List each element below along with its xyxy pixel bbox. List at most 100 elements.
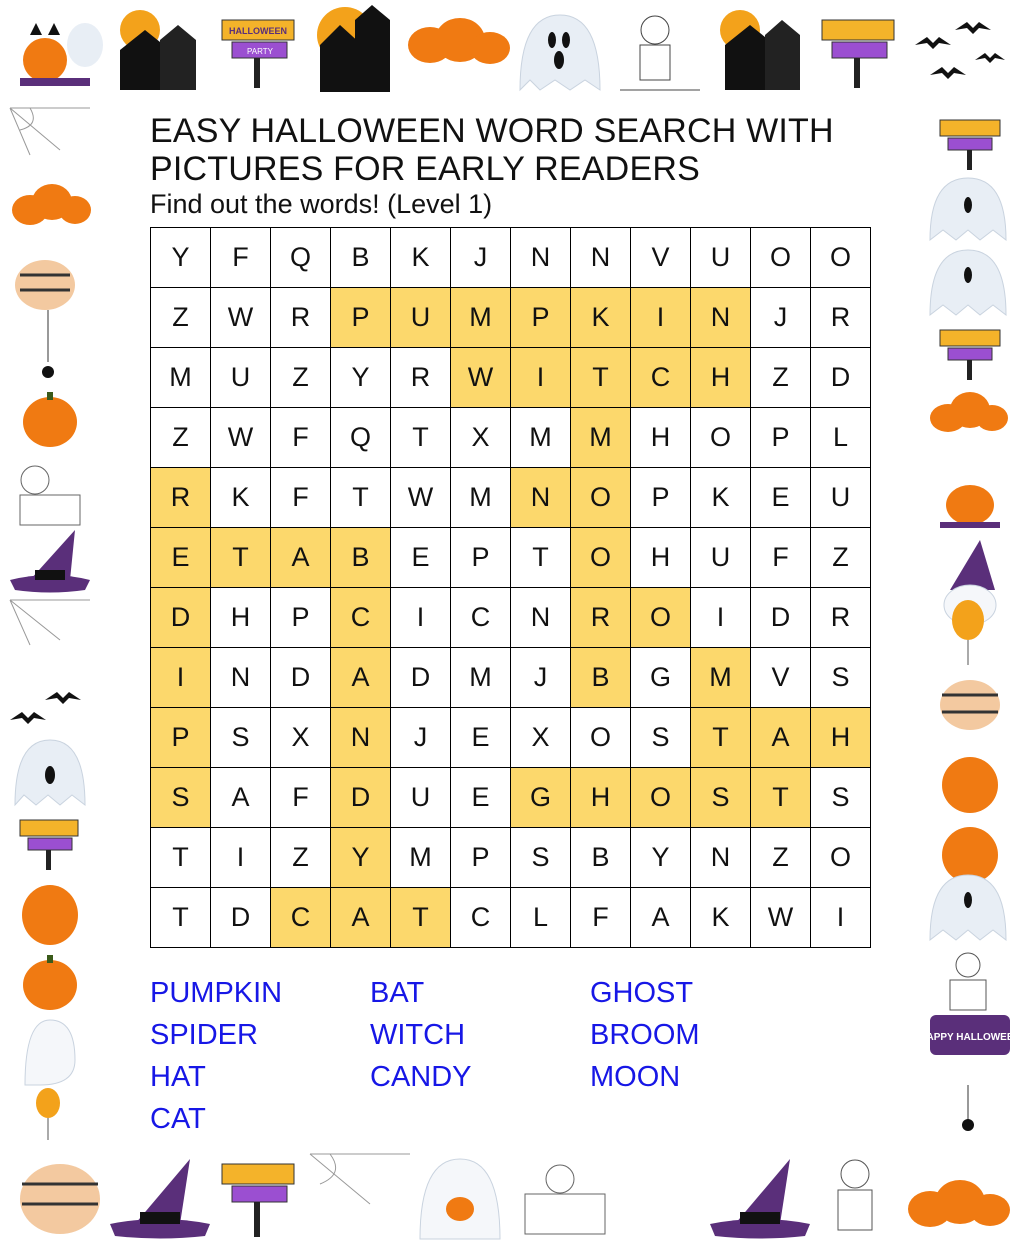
- grid-cell[interactable]: M: [510, 407, 571, 468]
- grid-cell[interactable]: S: [810, 647, 871, 708]
- grid-cell[interactable]: L: [510, 887, 571, 948]
- grid-cell[interactable]: S: [150, 767, 211, 828]
- grid-cell[interactable]: I: [810, 887, 871, 948]
- grid-cell[interactable]: M: [690, 647, 751, 708]
- grid-cell[interactable]: X: [510, 707, 571, 768]
- grid-cell[interactable]: T: [150, 887, 211, 948]
- grid-cell[interactable]: E: [390, 527, 451, 588]
- grid-cell[interactable]: T: [150, 827, 211, 888]
- grid-cell[interactable]: H: [630, 407, 691, 468]
- grid-cell[interactable]: D: [810, 347, 871, 408]
- grid-cell[interactable]: U: [390, 767, 451, 828]
- grid-cell[interactable]: E: [750, 467, 811, 528]
- grid-cell[interactable]: M: [150, 347, 211, 408]
- grid-cell[interactable]: F: [210, 227, 271, 288]
- grid-cell[interactable]: P: [150, 707, 211, 768]
- grid-cell[interactable]: O: [630, 767, 691, 828]
- grid-cell[interactable]: W: [750, 887, 811, 948]
- grid-cell[interactable]: Y: [150, 227, 211, 288]
- grid-cell[interactable]: H: [210, 587, 271, 648]
- grid-cell[interactable]: J: [750, 287, 811, 348]
- grid-cell[interactable]: S: [810, 767, 871, 828]
- grid-cell[interactable]: O: [570, 527, 631, 588]
- grid-cell[interactable]: M: [450, 647, 511, 708]
- grid-cell[interactable]: B: [570, 647, 631, 708]
- grid-cell[interactable]: K: [390, 227, 451, 288]
- grid-cell[interactable]: O: [690, 407, 751, 468]
- grid-cell[interactable]: F: [570, 887, 631, 948]
- grid-cell[interactable]: P: [270, 587, 331, 648]
- grid-cell[interactable]: B: [570, 827, 631, 888]
- grid-cell[interactable]: W: [390, 467, 451, 528]
- grid-cell[interactable]: I: [690, 587, 751, 648]
- grid-cell[interactable]: H: [810, 707, 871, 768]
- grid-cell[interactable]: R: [810, 287, 871, 348]
- grid-cell[interactable]: G: [510, 767, 571, 828]
- grid-cell[interactable]: A: [330, 887, 391, 948]
- grid-cell[interactable]: Z: [150, 287, 211, 348]
- grid-cell[interactable]: N: [510, 587, 571, 648]
- grid-cell[interactable]: Q: [330, 407, 391, 468]
- grid-cell[interactable]: N: [510, 467, 571, 528]
- grid-cell[interactable]: D: [330, 767, 391, 828]
- grid-cell[interactable]: R: [810, 587, 871, 648]
- grid-cell[interactable]: U: [690, 227, 751, 288]
- grid-cell[interactable]: T: [690, 707, 751, 768]
- grid-cell[interactable]: R: [270, 287, 331, 348]
- grid-cell[interactable]: F: [270, 767, 331, 828]
- grid-cell[interactable]: O: [750, 227, 811, 288]
- grid-cell[interactable]: H: [690, 347, 751, 408]
- grid-cell[interactable]: C: [450, 587, 511, 648]
- grid-cell[interactable]: Y: [330, 347, 391, 408]
- grid-cell[interactable]: F: [270, 407, 331, 468]
- grid-cell[interactable]: F: [270, 467, 331, 528]
- grid-cell[interactable]: N: [690, 827, 751, 888]
- grid-cell[interactable]: P: [450, 827, 511, 888]
- grid-cell[interactable]: D: [210, 887, 271, 948]
- grid-cell[interactable]: L: [810, 407, 871, 468]
- grid-cell[interactable]: K: [570, 287, 631, 348]
- grid-cell[interactable]: I: [150, 647, 211, 708]
- grid-cell[interactable]: U: [810, 467, 871, 528]
- grid-cell[interactable]: O: [570, 467, 631, 528]
- grid-cell[interactable]: Z: [750, 827, 811, 888]
- grid-cell[interactable]: A: [210, 767, 271, 828]
- grid-cell[interactable]: I: [390, 587, 451, 648]
- grid-cell[interactable]: N: [210, 647, 271, 708]
- grid-cell[interactable]: N: [570, 227, 631, 288]
- grid-cell[interactable]: T: [330, 467, 391, 528]
- grid-cell[interactable]: N: [690, 287, 751, 348]
- grid-cell[interactable]: T: [750, 767, 811, 828]
- grid-cell[interactable]: Q: [270, 227, 331, 288]
- grid-cell[interactable]: R: [390, 347, 451, 408]
- grid-cell[interactable]: A: [750, 707, 811, 768]
- grid-cell[interactable]: C: [270, 887, 331, 948]
- grid-cell[interactable]: E: [150, 527, 211, 588]
- grid-cell[interactable]: X: [270, 707, 331, 768]
- grid-cell[interactable]: K: [690, 467, 751, 528]
- grid-cell[interactable]: M: [390, 827, 451, 888]
- grid-cell[interactable]: D: [150, 587, 211, 648]
- grid-cell[interactable]: A: [330, 647, 391, 708]
- grid-cell[interactable]: P: [450, 527, 511, 588]
- grid-cell[interactable]: Z: [750, 347, 811, 408]
- grid-cell[interactable]: Y: [330, 827, 391, 888]
- grid-cell[interactable]: S: [690, 767, 751, 828]
- grid-cell[interactable]: C: [330, 587, 391, 648]
- grid-cell[interactable]: U: [210, 347, 271, 408]
- grid-cell[interactable]: Z: [150, 407, 211, 468]
- grid-cell[interactable]: T: [210, 527, 271, 588]
- grid-cell[interactable]: X: [450, 407, 511, 468]
- grid-cell[interactable]: Z: [810, 527, 871, 588]
- grid-cell[interactable]: M: [570, 407, 631, 468]
- grid-cell[interactable]: S: [210, 707, 271, 768]
- grid-cell[interactable]: Z: [270, 827, 331, 888]
- grid-cell[interactable]: A: [270, 527, 331, 588]
- grid-cell[interactable]: O: [810, 227, 871, 288]
- grid-cell[interactable]: D: [750, 587, 811, 648]
- grid-cell[interactable]: O: [630, 587, 691, 648]
- grid-cell[interactable]: O: [810, 827, 871, 888]
- grid-cell[interactable]: M: [450, 467, 511, 528]
- grid-cell[interactable]: S: [510, 827, 571, 888]
- grid-cell[interactable]: J: [390, 707, 451, 768]
